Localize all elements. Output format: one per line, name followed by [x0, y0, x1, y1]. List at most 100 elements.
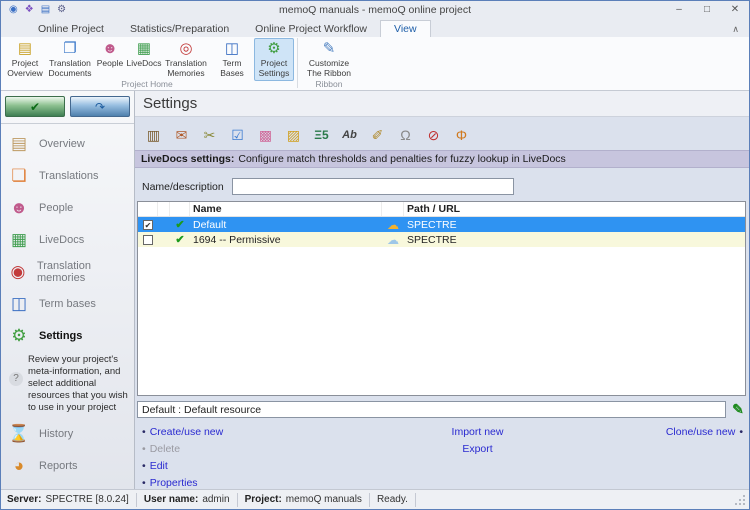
server-value: SPECTRE [8.0.24]: [45, 494, 128, 505]
name-description-input[interactable]: [232, 178, 514, 195]
options-gear-icon[interactable]: ⚙: [57, 4, 66, 16]
tab-statistics-preparation[interactable]: Statistics/Preparation: [117, 21, 242, 37]
autocorrect-icon[interactable]: Ω: [394, 123, 417, 146]
general-settings-icon[interactable]: ▥: [142, 123, 165, 146]
info-bar-title: LiveDocs settings:: [141, 153, 234, 165]
sidebar-item-reports[interactable]: ◕ Reports: [1, 450, 134, 482]
settings-category-toolbar: ▥ ✉ ✂ ☑ ▩ ▨ Ξ5 Ab ✐ Ω ⊘ Φ: [135, 117, 749, 150]
translation-memories-icon: ◉: [6, 259, 30, 285]
sidebar-item-settings[interactable]: ⚙ Settings: [1, 320, 134, 352]
project-settings-icon: ⚙: [267, 40, 280, 58]
tab-view[interactable]: View: [380, 20, 431, 37]
sidebar-item-history[interactable]: ⌛ History: [1, 418, 134, 450]
project-settings-button[interactable]: ⚙ Project Settings: [254, 38, 294, 81]
ribbon: ▤ Project Overview ❐ Translation Documen…: [1, 37, 749, 91]
row-checkbox[interactable]: [143, 235, 153, 245]
row-path: SPECTRE: [404, 217, 745, 232]
tab-online-project[interactable]: Online Project: [25, 21, 117, 37]
redo-button[interactable]: ↷: [70, 96, 130, 117]
sidebar-item-people[interactable]: ☻ People: [1, 192, 134, 224]
active-check-icon: ✔: [175, 233, 184, 246]
edit-link[interactable]: •Edit: [142, 460, 332, 472]
status-bar: Server:SPECTRE [8.0.24] User name:admin …: [1, 489, 749, 509]
row-name: Default: [190, 217, 382, 232]
tm-settings-icon[interactable]: ▩: [254, 123, 277, 146]
close-button[interactable]: ✕: [721, 2, 749, 18]
header-path-url: Path / URL: [404, 202, 745, 216]
active-check-icon: ✔: [175, 218, 184, 231]
sync-icon[interactable]: ❖: [25, 4, 34, 16]
overview-box-icon: ▤: [6, 131, 32, 157]
history-hourglass-icon: ⌛: [6, 421, 32, 447]
customize-ribbon-button[interactable]: ✎ Customize The Ribbon: [301, 38, 357, 81]
export-link[interactable]: Export: [462, 443, 492, 455]
term-bases-button[interactable]: ◫ Term Bases: [210, 38, 254, 81]
name-description-label: Name/description: [142, 181, 224, 193]
user-name-label: User name:: [144, 494, 198, 505]
sidebar-item-overview[interactable]: ▤ Overview: [1, 128, 134, 160]
font-substitution-icon[interactable]: Φ: [450, 123, 473, 146]
livedocs-icon: ▦: [137, 40, 151, 58]
bullet-icon: •: [142, 477, 146, 489]
tab-online-project-workflow[interactable]: Online Project Workflow: [242, 21, 380, 37]
remote-resource-cloud-icon: ☁: [387, 233, 399, 247]
term-bases-database-icon: ◫: [6, 291, 32, 317]
check-icon: ✔: [30, 100, 40, 114]
bullet-icon: •: [142, 460, 146, 472]
table-row[interactable]: ✔ ✔ Default ☁ SPECTRE: [138, 217, 745, 232]
row-checkbox[interactable]: ✔: [143, 220, 153, 230]
segmentation-rules-icon[interactable]: ✂: [198, 123, 221, 146]
communication-settings-icon[interactable]: ✉: [170, 123, 193, 146]
term-bases-icon: ◫: [225, 40, 239, 58]
table-row[interactable]: ✔ 1694 -- Permissive ☁ SPECTRE: [138, 232, 745, 247]
window-title: memoQ manuals - memoQ online project: [1, 4, 749, 16]
collapse-ribbon-icon[interactable]: ∧: [732, 24, 739, 35]
resource-actions: •Create/use new •Delete •Edit •Propertie…: [135, 418, 749, 489]
project-value: memoQ manuals: [286, 494, 362, 505]
maximize-button[interactable]: □: [693, 2, 721, 18]
group-label-project-home: Project Home: [1, 79, 293, 89]
title-bar: ◉ ❖ ▤ ⚙ memoQ manuals - memoQ online pro…: [1, 1, 749, 19]
minimize-button[interactable]: –: [665, 2, 693, 18]
sidebar-item-term-bases[interactable]: ◫ Term bases: [1, 288, 134, 320]
info-bar-text: Configure match thresholds and penalties…: [238, 153, 565, 165]
settings-pane: Settings ▥ ✉ ✂ ☑ ▩ ▨ Ξ5 Ab ✐ Ω ⊘ Φ LiveD…: [135, 91, 749, 489]
sidebar-item-translations[interactable]: ❏ Translations: [1, 160, 134, 192]
settings-gear-icon: ⚙: [6, 323, 32, 349]
project-book-icon[interactable]: ▤: [41, 4, 50, 16]
memoq-logo-icon[interactable]: ◉: [9, 4, 18, 16]
clone-use-new-link[interactable]: Clone/use new•: [623, 426, 743, 438]
delete-link: •Delete: [142, 443, 332, 455]
auto-translation-rules-icon[interactable]: Ξ5: [310, 123, 333, 146]
edit-resource-icon[interactable]: ✎: [730, 401, 746, 418]
people-icon: ☻: [102, 40, 118, 58]
ignore-lists-icon[interactable]: Ab: [338, 123, 361, 146]
sidebar-item-livedocs[interactable]: ▦ LiveDocs: [1, 224, 134, 256]
import-new-link[interactable]: Import new: [452, 426, 504, 438]
livedocs-button[interactable]: ▦ LiveDocs: [126, 38, 162, 81]
sidebar: ✔ ↷ ▤ Overview ❏ Translations ☻ People: [1, 91, 135, 489]
qa-settings-icon[interactable]: ☑: [226, 123, 249, 146]
non-translatables-icon[interactable]: ⊘: [422, 123, 445, 146]
project-label: Project:: [245, 494, 282, 505]
translation-documents-button[interactable]: ❐ Translation Documents: [46, 38, 94, 81]
sidebar-item-translation-memories[interactable]: ◉ Translation memories: [1, 256, 134, 288]
ready-status: Ready.: [377, 494, 408, 505]
export-path-rules-icon[interactable]: ✐: [366, 123, 389, 146]
livedocs-settings-icon[interactable]: ▨: [282, 123, 305, 146]
people-button[interactable]: ☻ People: [94, 38, 126, 81]
row-name: 1694 -- Permissive: [190, 232, 382, 247]
page-title: Settings: [135, 91, 749, 117]
confirm-button[interactable]: ✔: [5, 96, 65, 117]
resize-grip[interactable]: [735, 495, 745, 505]
remote-resource-cloud-icon: ☁: [387, 218, 399, 232]
translation-memories-button[interactable]: ◎ Translation Memories: [162, 38, 210, 81]
customize-ribbon-icon: ✎: [323, 40, 336, 58]
settings-description: ? Review your project's meta-information…: [1, 352, 134, 418]
header-name: Name: [190, 202, 382, 216]
user-name-value: admin: [202, 494, 229, 505]
create-use-new-link[interactable]: •Create/use new: [142, 426, 332, 438]
properties-link[interactable]: •Properties: [142, 477, 332, 489]
project-overview-button[interactable]: ▤ Project Overview: [4, 38, 46, 81]
quick-access-toolbar: ◉ ❖ ▤ ⚙: [1, 4, 66, 16]
